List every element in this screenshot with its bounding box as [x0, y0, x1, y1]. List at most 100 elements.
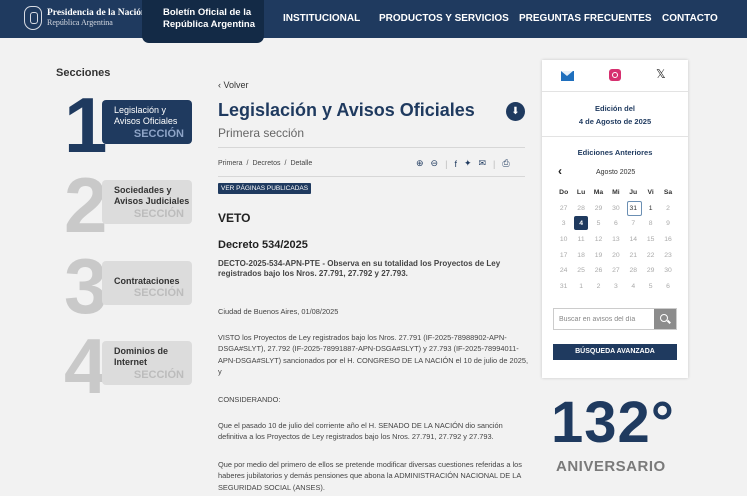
nav-productos-servicios[interactable]: PRODUCTOS Y SERVICIOS	[379, 13, 509, 24]
section-item-4[interactable]: 4 Dominios de Internet SECCIÓN	[64, 327, 194, 405]
calendar-day[interactable]: 27	[607, 267, 624, 274]
zoom-out-icon[interactable]: ⊖	[431, 158, 439, 169]
calendar-day[interactable]: 12	[590, 236, 607, 243]
calendar-day[interactable]: 3	[607, 283, 624, 290]
email-share-icon[interactable]: ✉	[479, 158, 487, 169]
calendar-day[interactable]: 31	[555, 283, 572, 290]
divider	[218, 147, 525, 148]
calendar-day[interactable]: 28	[572, 205, 589, 212]
calendar-day[interactable]: 5	[590, 220, 607, 227]
calendar-day[interactable]: 4	[625, 283, 642, 290]
calendar-month: Agosto 2025	[596, 169, 636, 176]
x-icon[interactable]: 𝕏	[656, 67, 666, 81]
divider	[218, 176, 525, 177]
section-number: 2	[64, 161, 108, 249]
page-subtitle: Primera sección	[218, 126, 305, 140]
nav-contacto[interactable]: CONTACTO	[662, 13, 718, 24]
download-button[interactable]: ⬇	[506, 102, 525, 121]
calendar-day[interactable]: 2	[590, 283, 607, 290]
sections-title: Secciones	[56, 67, 111, 79]
zoom-in-icon[interactable]: ⊕	[416, 158, 424, 169]
calendar-week: 31 1 2 3 4 5 6	[555, 279, 677, 295]
previous-editions-label: Ediciones Anteriores	[577, 148, 653, 157]
nav-institucional[interactable]: INSTITUCIONAL	[283, 13, 360, 24]
calendar-day[interactable]: 1	[642, 205, 659, 212]
calendar-day[interactable]: 1	[572, 283, 589, 290]
calendar-day[interactable]: 24	[555, 267, 572, 274]
nav-preguntas-frecuentes[interactable]: PREGUNTAS FRECUENTES	[519, 13, 652, 24]
twitter-icon[interactable]: ✦	[464, 158, 472, 169]
breadcrumb-primera[interactable]: Primera	[218, 160, 243, 167]
instagram-icon[interactable]	[609, 69, 621, 81]
breadcrumb-decretos[interactable]: Decretos	[252, 160, 280, 167]
paragraph: Que el pasado 10 de julio del corriente …	[218, 421, 503, 442]
calendar-day[interactable]: 17	[555, 252, 572, 259]
calendar-weekday: Mi	[612, 189, 620, 197]
calendar-week: 10 11 12 13 14 15 16	[555, 232, 677, 248]
boletin-home-tab[interactable]: Boletín Oficial de la República Argentin…	[142, 0, 264, 43]
calendar-day[interactable]: 4	[572, 216, 589, 231]
calendar-week: 24 25 26 27 28 29 30	[555, 263, 677, 279]
calendar-day[interactable]: 6	[659, 283, 676, 290]
gov-logo[interactable]: Presidencia de la Nación República Argen…	[24, 6, 146, 30]
argentina-emblem-icon	[24, 6, 42, 30]
mail-icon[interactable]	[561, 71, 574, 81]
back-link[interactable]: ‹ Volver	[218, 80, 249, 90]
calendar-day[interactable]: 5	[642, 283, 659, 290]
section-number: 3	[64, 242, 108, 330]
calendar-weekdays: Do Lu Ma Mi Ju Vi Sa	[555, 185, 677, 201]
search-icon[interactable]	[654, 309, 676, 329]
calendar-day[interactable]: 26	[590, 267, 607, 274]
calendar-day[interactable]: 30	[659, 267, 676, 274]
section-item-2[interactable]: 2 Sociedades y Avisos Judiciales SECCIÓN	[64, 166, 194, 244]
section-item-1[interactable]: 1 Legislación y Avisos Oficiales SECCIÓN	[64, 86, 194, 164]
calendar-day[interactable]: 25	[572, 267, 589, 274]
chevron-left-icon[interactable]: ‹	[558, 164, 562, 178]
edition-panel: 𝕏 Edición del 4 de Agosto de 2025 Edicio…	[542, 60, 688, 378]
calendar-day[interactable]: 3	[555, 220, 572, 227]
facebook-icon[interactable]: f	[454, 159, 457, 169]
calendar-day[interactable]: 11	[572, 236, 589, 243]
calendar-weekday: Do	[559, 189, 569, 197]
calendar-day[interactable]: 15	[642, 236, 659, 243]
calendar-day[interactable]: 8	[642, 220, 659, 227]
advanced-search-button[interactable]: BÚSQUEDA AVANZADA	[553, 344, 677, 360]
calendar-day[interactable]: 31	[625, 200, 642, 216]
calendar-day[interactable]: 13	[607, 236, 624, 243]
calendar-day[interactable]: 29	[590, 205, 607, 212]
breadcrumb-detalle: Detalle	[290, 160, 313, 167]
calendar-day[interactable]: 6	[607, 220, 624, 227]
calendar-day[interactable]: 19	[590, 252, 607, 259]
calendar-day[interactable]: 29	[642, 267, 659, 274]
calendar-day[interactable]: 2	[659, 205, 676, 212]
calendar-day[interactable]: 7	[625, 220, 642, 227]
calendar-day[interactable]: 16	[659, 236, 676, 243]
print-icon[interactable]: ⎙	[502, 158, 509, 169]
calendar-day[interactable]: 21	[625, 252, 642, 259]
paragraph: Que por medio del primero de ellos se pr…	[218, 460, 522, 492]
calendar-day[interactable]: 9	[659, 220, 676, 227]
calendar-day[interactable]: 22	[642, 252, 659, 259]
edition-date: 4 de Agosto de 2025	[578, 117, 652, 126]
search-box	[553, 308, 677, 330]
calendar-day[interactable]: 18	[572, 252, 589, 259]
calendar-day[interactable]: 30	[607, 205, 624, 212]
gov-subtitle: República Argentina	[47, 17, 113, 27]
calendar-day[interactable]: 27	[555, 205, 572, 212]
view-pages-button[interactable]: VER PÁGINAS PUBLICADAS	[218, 183, 312, 194]
calendar-weekday: Lu	[576, 189, 586, 197]
calendar-week: 3456789	[555, 216, 677, 232]
calendar: Do Lu Ma Mi Ju Vi Sa 27 28 29 30 31 1 2 3 4 5 6 7 8 9 10 11 12 1…	[555, 185, 677, 294]
calendar-day[interactable]: 14	[625, 236, 642, 243]
calendar-day[interactable]: 20	[607, 252, 624, 259]
calendar-weekday: Vi	[647, 189, 654, 197]
calendar-week: 27 28 29 30 31 1 2	[555, 200, 677, 217]
section-item-3[interactable]: 3 Contrataciones SECCIÓN	[64, 247, 194, 325]
edition-label: Edición del	[594, 104, 635, 113]
article-toolbar: ⊕ ⊖ | f ✦ ✉ | ⎙	[416, 158, 510, 169]
calendar-day[interactable]: 23	[659, 252, 676, 259]
calendar-day[interactable]: 10	[555, 236, 572, 243]
paragraph: Ciudad de Buenos Aires, 01/08/2025	[218, 307, 339, 316]
search-input[interactable]	[554, 309, 654, 329]
calendar-day[interactable]: 28	[625, 267, 642, 274]
